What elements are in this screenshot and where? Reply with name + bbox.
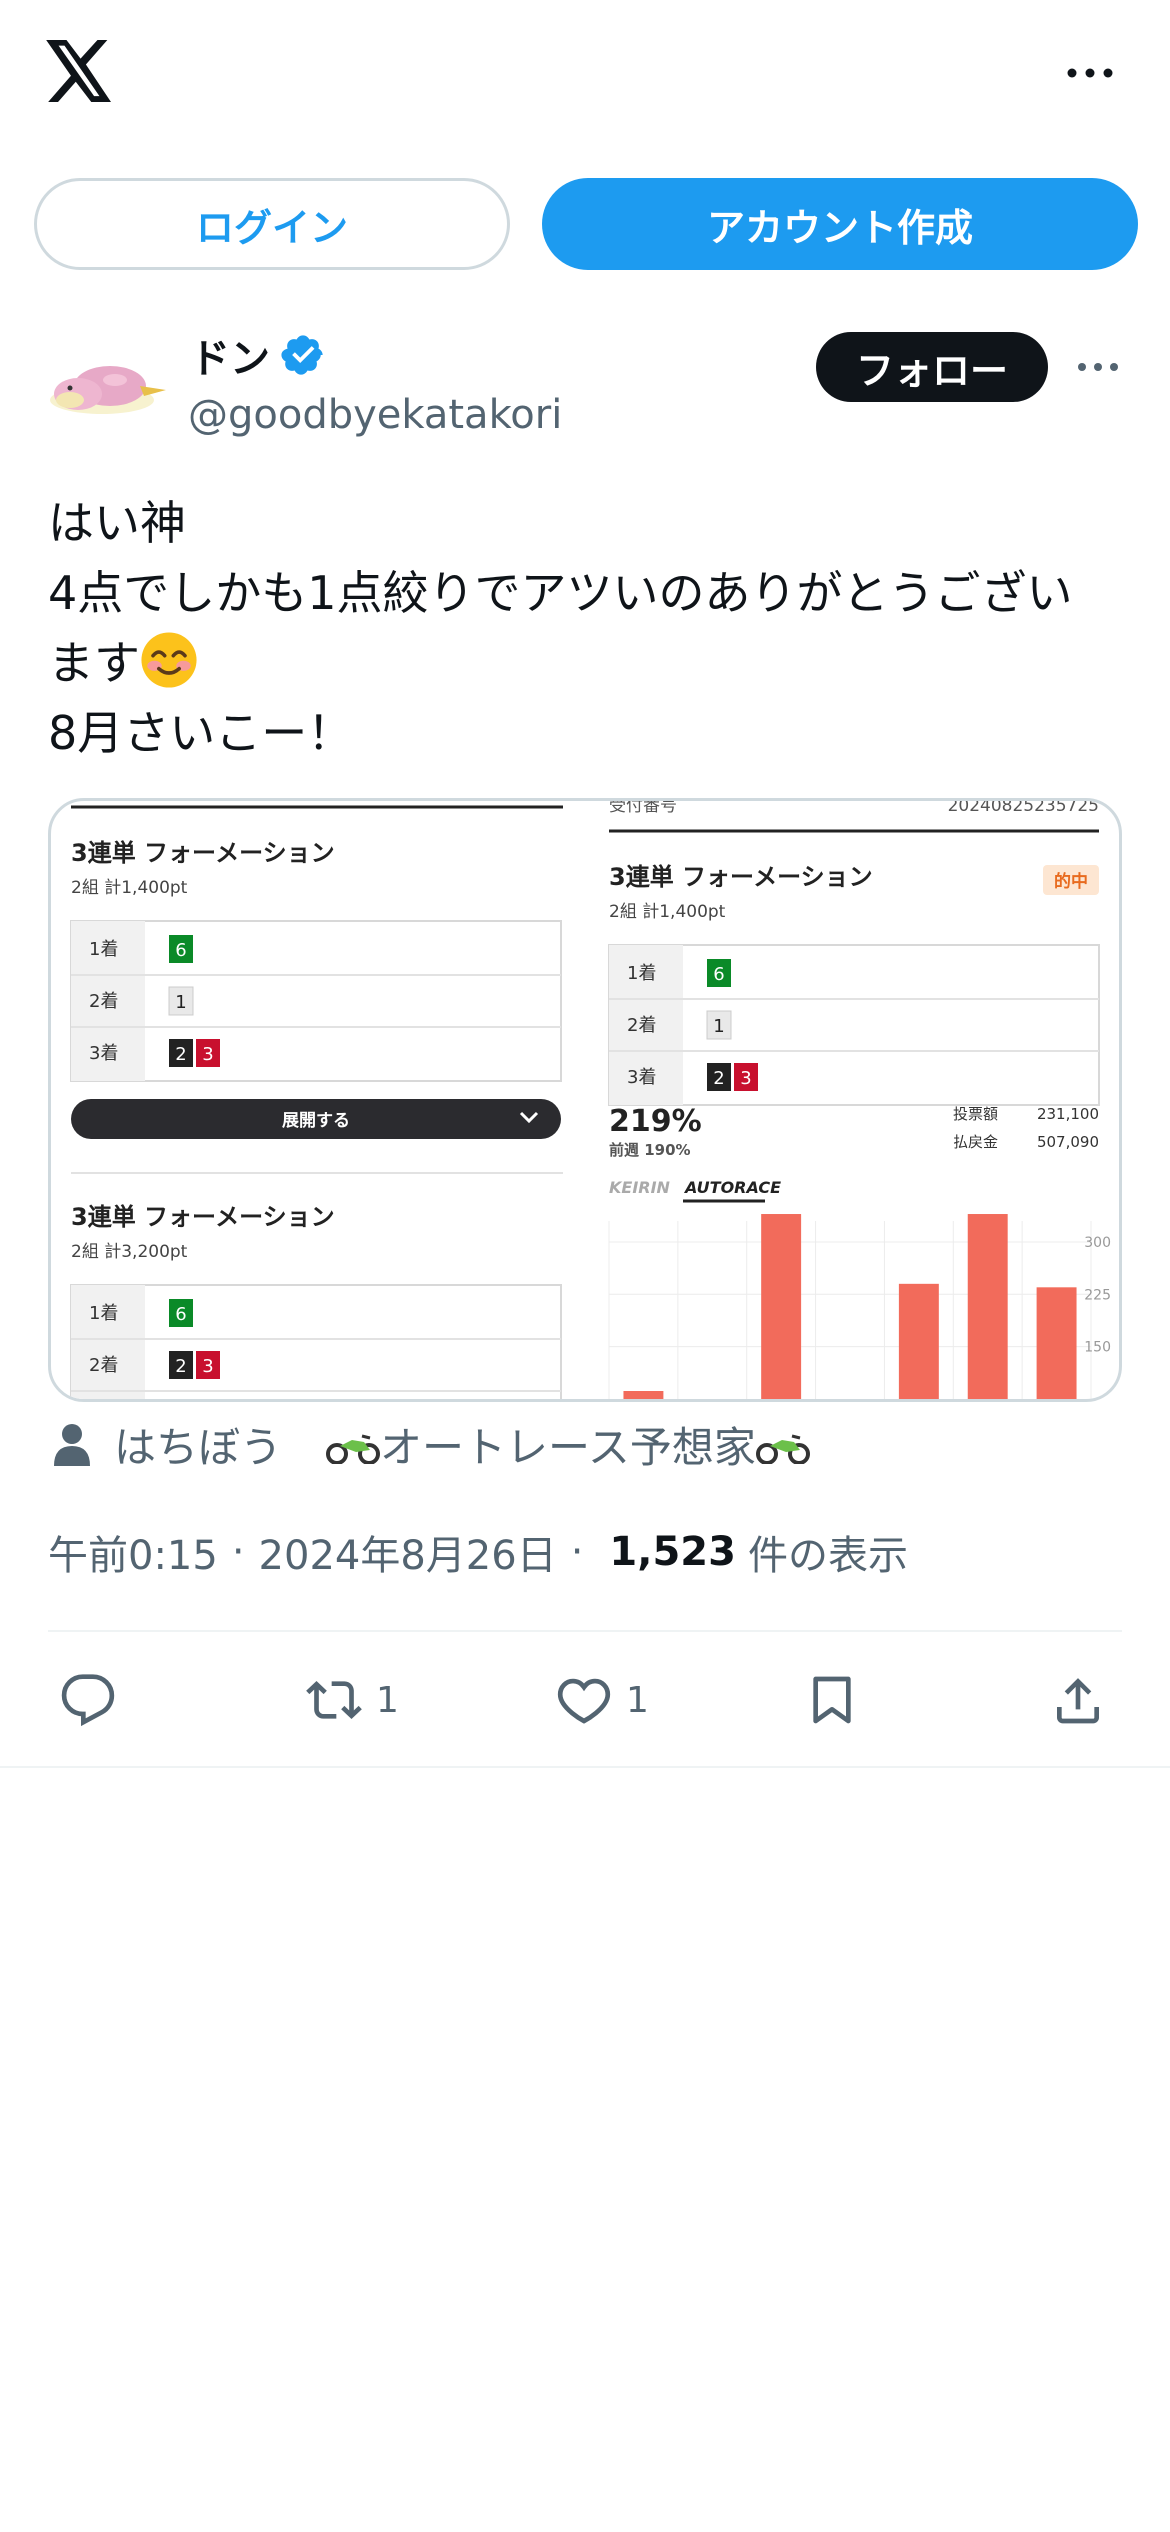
heart-icon xyxy=(557,1678,611,1724)
tweet-text: はい神 4点でしかも1点絞りでアツいのありがとうござい ます 8月さいこー！ xyxy=(48,488,1138,768)
payout-value: 507,090 xyxy=(1037,1133,1099,1151)
chart-bar xyxy=(1036,1287,1077,1399)
betting-screenshot: 3連単 フォーメーション 2組 計1,400pt 1着 2着 3着 6 1 2 … xyxy=(70,801,1111,1399)
prev-week-rate: 前週 190% xyxy=(609,1141,691,1159)
tweet-line: 4点でしかも1点絞りでアツいのありがとうござい xyxy=(48,566,1073,620)
left-row-pos: 1着 xyxy=(89,939,118,960)
author-display-name[interactable]: ドン xyxy=(190,326,270,384)
tweet-media-image[interactable]: 3連単 フォーメーション 2組 計1,400pt 1着 2着 3着 6 1 2 … xyxy=(48,798,1122,1402)
left-row-pos: 1着 xyxy=(89,1303,118,1324)
number-chip: 3 xyxy=(740,1068,751,1089)
smiling-face-icon xyxy=(141,632,197,688)
number-chip: 3 xyxy=(202,1044,213,1065)
right-title: 3連単 フォーメーション xyxy=(609,863,873,891)
tweet-line-wrap: ます xyxy=(48,628,1138,698)
number-chip: 6 xyxy=(175,1304,186,1325)
left-section1-title: 3連単 フォーメーション xyxy=(71,839,335,867)
right-row-pos: 2着 xyxy=(627,1015,656,1036)
chart-bar xyxy=(761,1214,802,1399)
retweet-button[interactable]: 1 xyxy=(306,1660,399,1740)
chart-tick-label: 150 xyxy=(1084,1340,1111,1356)
avatar[interactable] xyxy=(40,330,170,430)
tweet-line: はい神 xyxy=(48,496,186,550)
receipt-number: 20240825235725 xyxy=(948,801,1099,816)
tweet-date[interactable]: 2024年8月26日 xyxy=(259,1523,557,1581)
tweet-line: ます xyxy=(48,636,140,690)
bet-label: 投票額 xyxy=(953,1105,998,1123)
chart-bar xyxy=(898,1283,939,1399)
number-chip: 2 xyxy=(713,1068,724,1089)
right-sub: 2組 計1,400pt xyxy=(609,902,726,922)
chart-bar xyxy=(623,1391,664,1399)
chart-tick-label: 225 xyxy=(1084,1287,1111,1303)
more-horizontal-icon[interactable] xyxy=(1076,354,1120,380)
tweet-time[interactable]: 午前0:15 xyxy=(48,1523,218,1581)
return-rate: 219% xyxy=(609,1104,702,1139)
like-count: 1 xyxy=(626,1679,649,1721)
number-chip: 6 xyxy=(713,964,724,985)
top-bar xyxy=(0,0,1170,150)
retweet-icon xyxy=(306,1681,362,1719)
receipt-label: 受付番号 xyxy=(609,801,677,816)
verified-badge-icon xyxy=(281,335,323,375)
bookmark-button[interactable] xyxy=(804,1660,860,1740)
follow-button[interactable]: フォロー xyxy=(816,332,1048,402)
left-row-pos: 2着 xyxy=(89,991,118,1012)
chart-bar xyxy=(967,1214,1008,1399)
tweet-line: 8月さいこー！ xyxy=(48,706,354,760)
chart: 300 225 150 xyxy=(608,1214,1111,1399)
number-chip: 2 xyxy=(175,1044,186,1065)
number-chip: 1 xyxy=(713,1016,724,1037)
expand-button-label: 展開する xyxy=(282,1111,350,1131)
right-row-pos: 1着 xyxy=(627,963,656,984)
motorcycle-icon xyxy=(326,1434,381,1464)
payout-label: 払戻金 xyxy=(953,1133,998,1151)
tab-autorace: AUTORACE xyxy=(683,1178,781,1197)
hit-badge: 的中 xyxy=(1054,871,1088,892)
left-section1-sub: 2組 計1,400pt xyxy=(71,878,188,898)
left-section2-sub: 2組 計3,200pt xyxy=(71,1242,188,1262)
tweet-meta: 午前0:15 · 2024年8月26日 · 1,523 件の表示 xyxy=(48,1520,908,1584)
number-chip: 3 xyxy=(202,1356,213,1377)
like-button[interactable]: 1 xyxy=(556,1660,649,1740)
create-account-button[interactable]: アカウント作成 xyxy=(542,178,1138,270)
separator-dot: · xyxy=(231,1529,245,1575)
views-label: 件の表示 xyxy=(747,1533,908,1579)
reply-icon xyxy=(61,1674,115,1727)
share-button[interactable] xyxy=(1050,1660,1106,1740)
right-row-pos: 3着 xyxy=(627,1067,656,1088)
tab-keirin: KEIRIN xyxy=(609,1178,671,1197)
more-horizontal-icon[interactable] xyxy=(1060,58,1120,88)
reply-button[interactable] xyxy=(60,1660,116,1740)
number-chip: 2 xyxy=(175,1356,186,1377)
number-chip: 6 xyxy=(175,940,186,961)
divider xyxy=(0,1766,1170,1768)
bet-value: 231,100 xyxy=(1037,1105,1099,1123)
left-row-pos: 2着 xyxy=(89,1355,118,1376)
author-handle[interactable]: @goodbyekatakori xyxy=(188,392,562,438)
number-chip: 1 xyxy=(175,992,186,1013)
auth-buttons: ログイン アカウント作成 xyxy=(0,178,1170,272)
bookmark-icon xyxy=(813,1676,851,1724)
share-icon xyxy=(1057,1678,1099,1724)
left-section2-title: 3連単 フォーメーション xyxy=(71,1203,335,1231)
chart-tick-label: 300 xyxy=(1084,1235,1111,1251)
divider xyxy=(48,1630,1122,1632)
login-button[interactable]: ログイン xyxy=(34,178,510,270)
left-row-pos: 3着 xyxy=(89,1043,118,1064)
separator-dot: · xyxy=(570,1529,584,1575)
tagline-title: オートレース予想家 xyxy=(380,1422,756,1472)
person-icon xyxy=(54,1424,90,1466)
retweet-count: 1 xyxy=(376,1679,399,1721)
x-logo-icon[interactable] xyxy=(46,40,114,102)
author-tagline: はちぼう オートレース予想家 xyxy=(52,1412,810,1476)
action-bar: 1 1 xyxy=(0,1660,1170,1740)
tagline-person-name: はちぼう xyxy=(114,1422,283,1472)
motorcycle-icon xyxy=(755,1434,810,1464)
author-name-row: ドン xyxy=(190,325,326,385)
views-count: 1,523 xyxy=(609,1529,736,1575)
